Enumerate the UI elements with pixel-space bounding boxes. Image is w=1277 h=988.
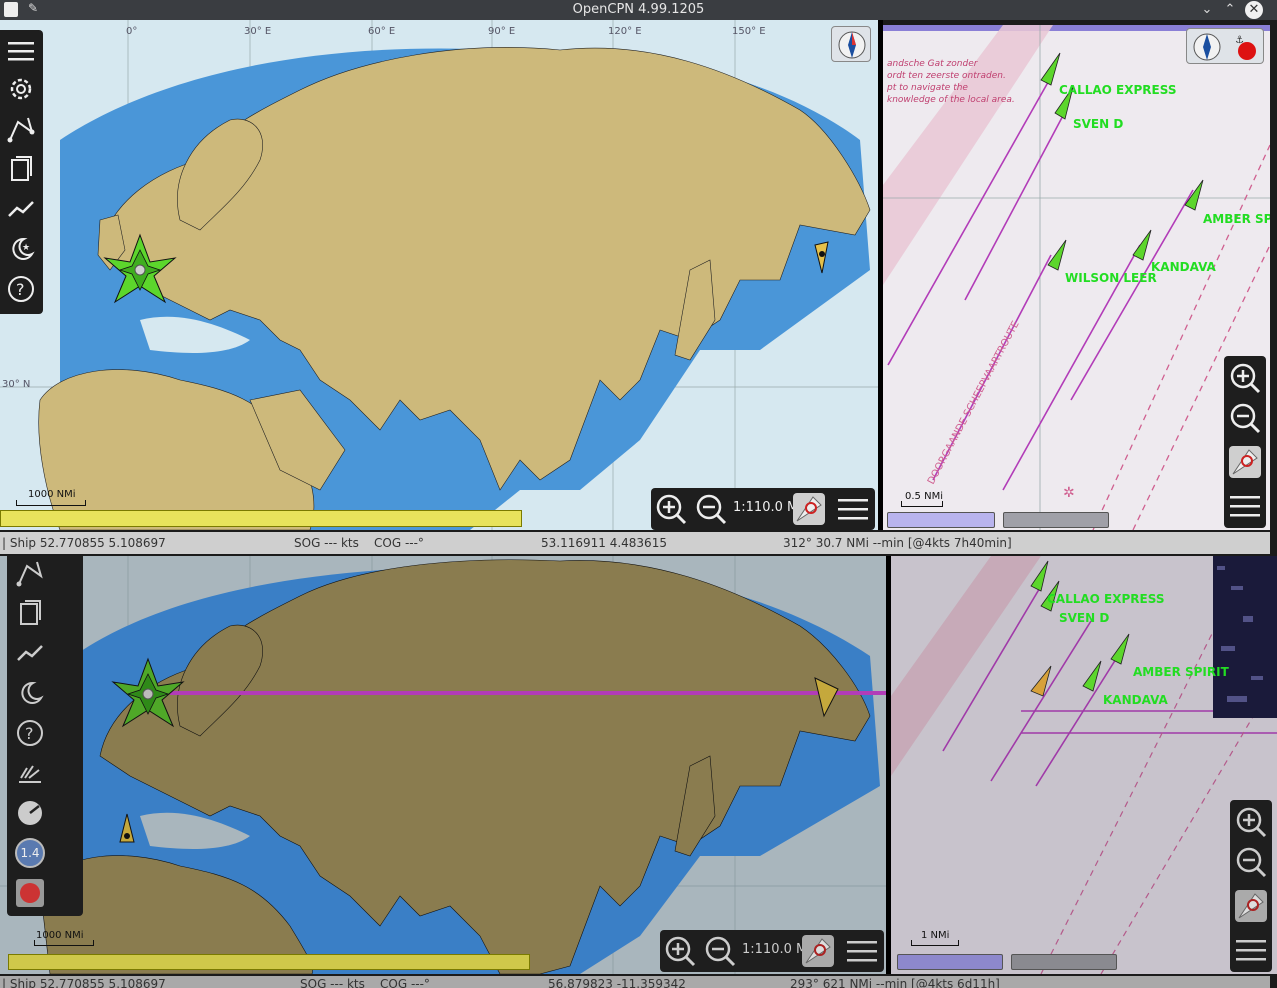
scale-bar: 1000 NMi (16, 488, 86, 506)
route-icon[interactable] (6, 114, 36, 144)
quilt-bar-2[interactable] (1011, 954, 1117, 970)
zoom-out-icon[interactable] (702, 933, 738, 969)
ais-label[interactable]: KANDAVA (1103, 693, 1168, 707)
svg-text:?: ? (25, 724, 34, 743)
ship-position: | Ship 52.770855 5.108697 (2, 536, 166, 550)
title-bar: ✎ OpenCPN 4.99.1205 ⌄ ⌃ ✕ (0, 0, 1277, 20)
compass-icon[interactable] (831, 26, 871, 62)
ais-label[interactable]: KANDAVA (1151, 260, 1216, 274)
cursor-position: 56.879823 -11.359342 (548, 977, 686, 988)
chart-canvas-harbor-bottom[interactable]: CALLAO EXPRESS SVEN D AMBER SPIRIT KANDA… (891, 556, 1277, 974)
ais-label[interactable]: WILSON LEER (1065, 271, 1157, 285)
menu-icon[interactable] (1227, 488, 1263, 524)
chart-note: andsche Gat zonder ordt ten zeerste ontr… (887, 59, 1015, 105)
tool-badge-icon[interactable]: 1.4 (15, 838, 45, 868)
zoom-in-icon[interactable] (1227, 360, 1263, 396)
grid-label-0: 0° (126, 26, 138, 37)
tide-icon[interactable] (6, 194, 36, 224)
night-mode-icon[interactable]: ★ (6, 234, 36, 264)
menu-icon[interactable] (844, 933, 880, 969)
help-icon[interactable]: ? (15, 718, 45, 748)
quilt-bar-2[interactable] (1003, 512, 1109, 528)
chart-canvas-harbor-top[interactable]: ✲ DOORGAANDE SCHEEPVAARTROUTE andsche Ga… (883, 25, 1270, 530)
grid-label-60e: 60° E (368, 26, 396, 37)
chart-canvas-world-bottom[interactable]: 1000 NMi (0, 556, 886, 974)
zoom-panel-vertical (1230, 800, 1272, 972)
grid-label-150e: 150° E (732, 26, 766, 37)
cursor-position: 53.116911 4.483615 (541, 536, 667, 550)
ais-label[interactable]: SVEN D (1073, 117, 1123, 131)
zoom-out-icon[interactable] (693, 491, 729, 527)
chart-text-route: DOORGAANDE SCHEEPVAARTROUTE (926, 319, 1022, 486)
svg-text:?: ? (16, 280, 25, 299)
status-bar-top: | Ship 52.770855 5.108697 SOG --- kts CO… (0, 532, 1270, 554)
quilt-bar-1[interactable] (887, 512, 995, 528)
night-mode-icon[interactable] (15, 678, 45, 708)
zoom-panel: 1:110.0 Mi (660, 930, 884, 972)
ais-label[interactable]: SVEN D (1059, 611, 1109, 625)
main-toolbar: ★ ? (0, 30, 43, 314)
world-map-dusk (0, 556, 886, 974)
bearing-readout: 293° 621 NMi --min [@4kts 6d11h] (790, 977, 1000, 988)
menu-icon[interactable] (6, 36, 36, 66)
zoom-panel-vertical (1224, 356, 1266, 528)
chart-bar-yellow[interactable] (0, 510, 522, 527)
ais-label[interactable]: AMBER SPI (1203, 212, 1270, 226)
follow-ship-icon[interactable] (791, 491, 827, 527)
route-icon[interactable] (15, 558, 45, 588)
record-icon[interactable] (15, 878, 45, 908)
ais-label[interactable]: CALLAO EXPRESS (1047, 592, 1164, 606)
main-toolbar-bottom: ? 1.4 (7, 556, 83, 916)
zoom-in-icon[interactable] (662, 933, 698, 969)
close-button[interactable]: ✕ (1245, 1, 1263, 19)
menu-icon[interactable] (1233, 932, 1269, 968)
compass-icon[interactable]: ⚓ (1186, 28, 1264, 64)
sog-readout: SOG --- kts (294, 536, 359, 550)
grid-label-120e: 120° E (608, 26, 642, 37)
ais-label[interactable]: AMBER SPIRIT (1133, 665, 1229, 679)
bearing-readout: 312° 30.7 NMi --min [@4kts 7h40min] (783, 536, 1012, 550)
grid-label-30e: 30° E (244, 26, 272, 37)
svg-text:✲: ✲ (1063, 485, 1075, 501)
gear-icon[interactable] (6, 74, 36, 104)
dashboard-icon[interactable] (15, 758, 45, 788)
zoom-out-icon[interactable] (1227, 400, 1263, 436)
sog-readout: SOG --- kts (300, 977, 365, 988)
cog-readout: COG ---° (380, 977, 430, 988)
minimize-button[interactable]: ⌄ (1198, 1, 1216, 19)
zoom-out-icon[interactable] (1233, 844, 1269, 880)
zoom-panel: 1:110.0 Mi (651, 488, 875, 530)
chart-bar-yellow[interactable] (8, 954, 530, 970)
tide-icon[interactable] (15, 638, 45, 668)
follow-ship-icon[interactable] (1233, 888, 1269, 924)
scale-bar: 1 NMi (911, 930, 959, 946)
chart-canvas-world-top[interactable]: 0° 30° E 60° E 90° E 120° E 150° E 30° N… (0, 20, 878, 530)
follow-ship-icon[interactable] (1227, 444, 1263, 480)
scale-bar: 1000 NMi (34, 930, 94, 946)
zoom-in-icon[interactable] (653, 491, 689, 527)
zoom-in-icon[interactable] (1233, 804, 1269, 840)
grid-label-90e: 90° E (488, 26, 516, 37)
window-title: OpenCPN 4.99.1205 (572, 2, 705, 17)
document-icon[interactable] (6, 154, 36, 184)
follow-ship-icon[interactable] (800, 933, 836, 969)
gauge-icon[interactable] (15, 798, 45, 828)
cog-readout: COG ---° (374, 536, 424, 550)
document-icon[interactable] (15, 598, 45, 628)
menu-icon[interactable] (835, 491, 871, 527)
scale-bar: 0.5 NMi (901, 491, 943, 507)
ais-label[interactable]: CALLAO EXPRESS (1059, 83, 1176, 97)
help-icon[interactable]: ? (6, 274, 36, 304)
svg-text:★: ★ (22, 243, 30, 253)
ship-position: | Ship 52.770855 5.108697 (2, 977, 166, 988)
grid-label-30n: 30° N (2, 379, 31, 390)
svg-text:⚓: ⚓ (1235, 35, 1244, 46)
status-bar-bottom: | Ship 52.770855 5.108697 SOG --- kts CO… (0, 976, 1270, 988)
world-map (0, 20, 878, 530)
maximize-button[interactable]: ⌃ (1221, 1, 1239, 19)
quilt-bar-1[interactable] (897, 954, 1003, 970)
